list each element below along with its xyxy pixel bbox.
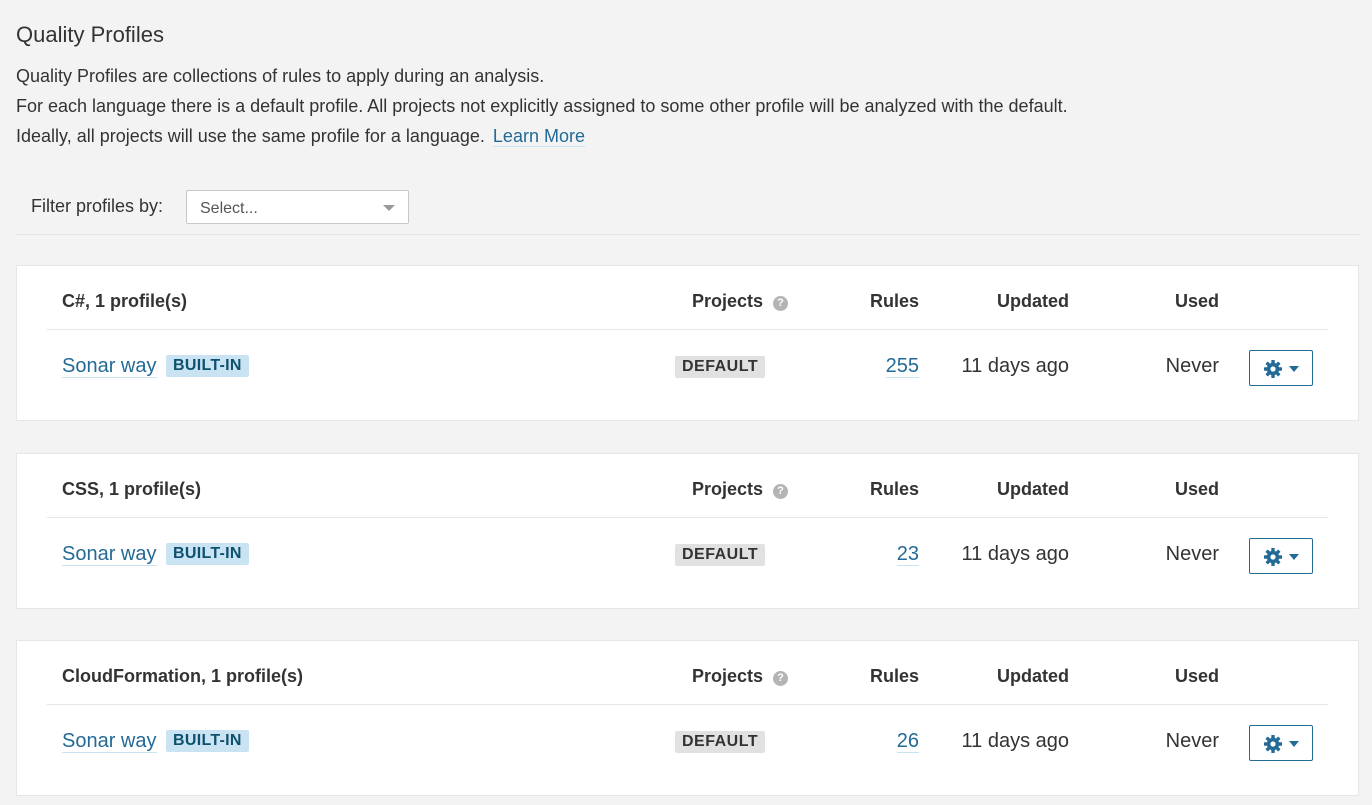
column-header-updated: Updated — [997, 666, 1069, 686]
updated-value: 11 days ago — [961, 543, 1070, 565]
chevron-down-icon — [1289, 554, 1299, 560]
rules-count-link[interactable]: 23 — [896, 543, 919, 566]
chevron-down-icon — [1289, 366, 1299, 372]
default-badge: DEFAULT — [675, 356, 766, 378]
column-header-rules: Rules — [869, 666, 919, 686]
rules-count-link[interactable]: 26 — [896, 730, 919, 753]
table-row: Sonar way BUILT-IN DEFAULT 255 11 days a… — [47, 329, 1328, 420]
profile-group-header: CSS, 1 profile(s) Projects? Rules Update… — [47, 454, 1328, 518]
column-header-projects: Projects? — [692, 479, 789, 500]
profile-actions-button[interactable] — [1249, 350, 1313, 386]
gear-icon — [1264, 735, 1282, 753]
column-header-used: Used — [1174, 666, 1219, 686]
column-header-updated: Updated — [997, 479, 1069, 499]
help-circle-icon[interactable]: ? — [773, 484, 789, 499]
profile-group-header: C#, 1 profile(s) Projects? Rules Updated… — [47, 266, 1328, 330]
profile-actions-button[interactable] — [1249, 725, 1313, 761]
profile-name-link[interactable]: Sonar way — [62, 543, 157, 566]
page-description-line: Ideally, all projects will use the same … — [16, 126, 585, 147]
language-heading: CloudFormation, 1 profile(s) — [62, 666, 303, 686]
chevron-down-icon — [1289, 741, 1299, 747]
default-badge: DEFAULT — [675, 544, 766, 566]
profile-group-card: C#, 1 profile(s) Projects? Rules Updated… — [16, 265, 1359, 421]
built-in-badge: BUILT-IN — [166, 730, 249, 752]
page-description-line: For each language there is a default pro… — [16, 96, 1068, 116]
column-header-rules: Rules — [869, 479, 919, 499]
column-header-used: Used — [1174, 291, 1219, 311]
divider — [16, 234, 1360, 235]
table-row: Sonar way BUILT-IN DEFAULT 26 11 days ag… — [47, 704, 1328, 795]
help-circle-icon[interactable]: ? — [773, 671, 789, 686]
filter-profiles-select[interactable]: Select... — [186, 190, 409, 224]
built-in-badge: BUILT-IN — [166, 543, 249, 565]
gear-icon — [1264, 360, 1282, 378]
help-circle-icon[interactable]: ? — [773, 296, 789, 311]
language-heading: C#, 1 profile(s) — [62, 291, 188, 311]
page-title: Quality Profiles — [16, 22, 164, 47]
profile-actions-button[interactable] — [1249, 538, 1313, 574]
page-description-text: Ideally, all projects will use the same … — [16, 126, 485, 146]
updated-value: 11 days ago — [961, 355, 1070, 377]
rules-count-link[interactable]: 255 — [885, 355, 919, 378]
chevron-down-icon — [383, 205, 395, 211]
used-value: Never — [1165, 355, 1219, 377]
used-value: Never — [1165, 543, 1219, 565]
column-header-projects: Projects? — [692, 291, 789, 312]
profile-name-link[interactable]: Sonar way — [62, 730, 157, 753]
used-value: Never — [1165, 730, 1219, 752]
filter-label: Filter profiles by: — [31, 196, 164, 216]
page-description-line: Quality Profiles are collections of rule… — [16, 66, 545, 86]
table-row: Sonar way BUILT-IN DEFAULT 23 11 days ag… — [47, 517, 1328, 608]
learn-more-link[interactable]: Learn More — [492, 126, 585, 147]
updated-value: 11 days ago — [961, 730, 1070, 752]
column-header-rules: Rules — [869, 291, 919, 311]
column-header-updated: Updated — [997, 291, 1069, 311]
gear-icon — [1264, 548, 1282, 566]
filter-select-placeholder: Select... — [200, 200, 258, 217]
profile-group-card: CloudFormation, 1 profile(s) Projects? R… — [16, 640, 1359, 796]
profile-group-card: CSS, 1 profile(s) Projects? Rules Update… — [16, 453, 1359, 609]
default-badge: DEFAULT — [675, 731, 766, 753]
language-heading: CSS, 1 profile(s) — [62, 479, 202, 499]
profile-name-link[interactable]: Sonar way — [62, 355, 157, 378]
profile-group-header: CloudFormation, 1 profile(s) Projects? R… — [47, 641, 1328, 705]
column-header-projects: Projects? — [692, 666, 789, 687]
column-header-used: Used — [1174, 479, 1219, 499]
built-in-badge: BUILT-IN — [166, 355, 249, 377]
